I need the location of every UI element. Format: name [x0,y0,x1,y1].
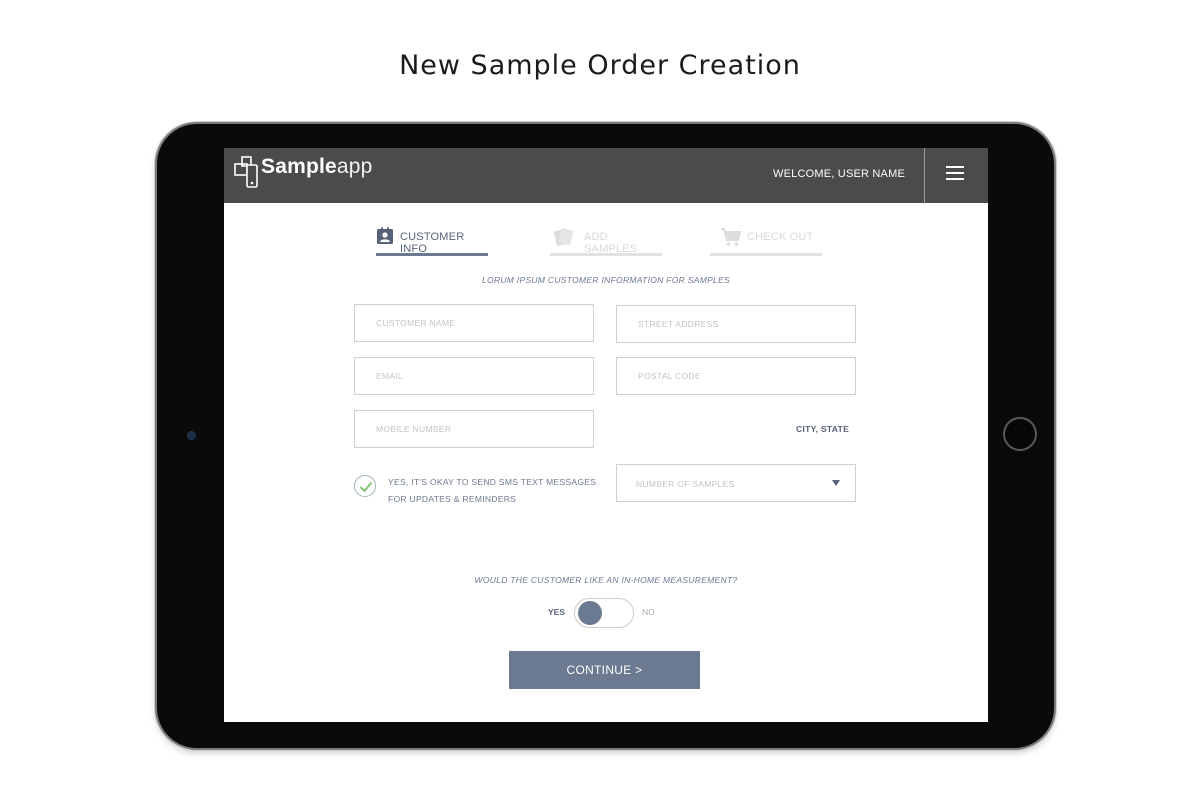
postal-code-input[interactable] [616,357,856,395]
toggle-yes-label: YES [548,607,566,617]
city-state-text: CITY, STATE [796,424,850,434]
form-subtitle: LORUM IPSUM CUSTOMER INFORMATION FOR SAM… [481,275,731,285]
continue-button[interactable]: CONTINUE > [509,651,700,689]
number-of-samples-placeholder: NUMBER OF SAMPLES [636,479,735,489]
tab-customer-info[interactable]: CUSTOMER INFO [376,222,488,256]
camera-icon [188,432,195,439]
page-title: New Sample Order Creation [399,50,801,81]
app-screen: Sampleapp WELCOME, USER NAME CUSTOMER IN… [224,148,988,722]
logo-text-light: app [336,155,373,178]
samples-icon [552,227,576,250]
check-icon [359,481,373,493]
email-input[interactable] [354,357,594,395]
hamburger-menu-icon[interactable] [946,166,966,184]
app-header: Sampleapp WELCOME, USER NAME [224,148,988,203]
sms-consent-line2: FOR UPDATES & REMINDERS [388,494,517,504]
logo-text-bold: Sample [261,155,337,178]
customer-name-input[interactable] [354,304,594,342]
measurement-question: WOULD THE CUSTOMER LIKE AN IN-HOME MEASU… [474,575,738,585]
header-divider [924,148,925,203]
logo-icon [234,156,260,195]
toggle-no-label: NO [642,607,655,617]
cart-icon [720,227,742,250]
tab-check-out[interactable]: CHECK OUT [710,222,822,256]
contact-card-icon [376,227,394,248]
number-of-samples-select[interactable]: NUMBER OF SAMPLES [616,464,856,502]
tab-label-customer-info: CUSTOMER INFO [400,231,465,255]
tab-label-add-samples: ADD SAMPLES [584,231,638,255]
mobile-number-input[interactable] [354,410,594,448]
toggle-knob [578,601,602,625]
tab-label-check-out: CHECK OUT [747,231,814,243]
tab-add-samples[interactable]: ADD SAMPLES [550,222,662,256]
app-logo: Sampleapp [261,155,373,179]
sms-consent-label: YES, IT'S OKAY TO SEND SMS TEXT MESSAGES… [388,474,596,508]
measurement-toggle[interactable] [574,598,634,628]
chevron-down-icon [832,480,840,486]
sms-consent-line1: YES, IT'S OKAY TO SEND SMS TEXT MESSAGES [388,477,597,487]
home-button[interactable] [1003,417,1037,451]
welcome-text: WELCOME, USER NAME [773,168,905,180]
sms-consent-checkbox[interactable] [354,475,376,497]
street-address-input[interactable] [616,305,856,343]
